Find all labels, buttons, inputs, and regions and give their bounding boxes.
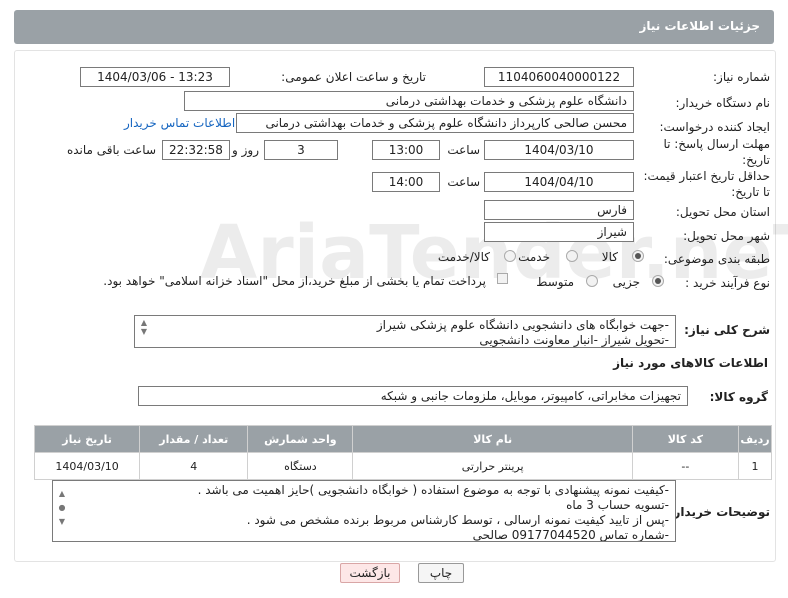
announce-label: تاریخ و ساعت اعلان عمومی: [281,70,426,84]
category-radio-goods-service[interactable] [504,250,516,262]
description-line-2: -تحویل شیراز -انبار معاونت دانشجویی [479,333,669,347]
description-line-1: -جهت خوابگاه های دانشجویی دانشگاه علوم پ… [376,318,669,332]
city-field: شیراز [484,222,634,242]
category-option-goods-service: کالا/خدمت [437,250,490,264]
cell-unit: دستگاه [247,452,354,480]
col-date: تاریخ نیاز [33,425,141,453]
col-qty: تعداد / مقدار [139,425,249,453]
buyer-notes-scrollbar[interactable]: ▲ ● ▼ [55,483,69,539]
reply-date-field: 1404/03/10 [484,140,634,160]
category-radio-service[interactable] [566,250,578,262]
cell-date: 1404/03/10 [33,452,141,480]
buyer-notes-line-2: -تسویه حساب 3 ماه [566,498,669,512]
cell-qty: 4 [139,452,249,480]
process-radio-medium[interactable] [586,275,598,287]
buyer-notes-textarea[interactable]: -کیفیت نمونه پیشنهادی با توجه به موضوع ا… [52,480,676,542]
back-button[interactable]: بازگشت [340,563,400,583]
buyer-notes-label: توضیحات خریدار: [668,505,770,519]
need-number-field: 1104060040000122 [484,67,634,87]
category-option-service: خدمت [518,250,550,264]
description-textarea[interactable]: -جهت خوابگاه های دانشجویی دانشگاه علوم پ… [134,315,676,348]
description-scrollbar[interactable]: ▲ ▼ [137,318,151,345]
reply-time-field: 13:00 [372,140,440,160]
goods-table-header: ردیف کد کالا نام کالا واحد شمارش تعداد /… [33,425,773,453]
cell-code: -- [631,452,739,480]
category-radio-goods[interactable] [632,250,644,262]
process-label: نوع فرآیند خرید : [685,276,770,290]
price-date-field: 1404/04/10 [484,172,634,192]
process-option-minor: جزیی [612,275,640,289]
days-label: روز و [232,143,259,157]
col-code: کد کالا [631,425,739,453]
payment-treasury-checkbox[interactable] [497,273,508,284]
buyer-notes-line-3: -پس از تایید کیفیت نمونه ارسالی ، توسط ک… [246,513,669,527]
process-option-medium: متوسط [536,275,574,289]
goods-section-title: اطلاعات کالاهای مورد نیاز [613,356,768,370]
cell-name: پرینتر حرارتی [352,452,633,480]
reply-deadline-label: مهلت ارسال پاسخ: تا تاریخ: [663,137,770,167]
payment-note: پرداخت تمام یا بخشی از مبلغ خرید،از محل … [103,274,486,288]
goods-group-field: تجهیزات مخابراتی، کامپیوتر، موبایل، ملزو… [138,386,688,406]
col-name: نام کالا [352,425,633,453]
price-time-label: ساعت [447,175,480,189]
requester-label: ایجاد کننده درخواست: [659,120,770,134]
category-label: طبقه بندی موضوعی: [663,252,770,266]
need-number-label: شماره نیاز: [713,70,770,84]
print-button[interactable]: چاپ [418,563,464,583]
city-label: شهر محل تحویل: [683,229,770,243]
table-row: 1 -- پرینتر حرارتی دستگاه 4 1404/03/10 [33,452,773,480]
requester-field: محسن صالحی کارپرداز دانشگاه علوم پزشکی و… [236,113,634,133]
col-row: ردیف [737,425,773,453]
buyer-notes-line-1: -کیفیت نمونه پیشنهادی با توجه به موضوع ا… [197,483,669,497]
goods-table: ردیف کد کالا نام کالا واحد شمارش تعداد /… [33,425,773,480]
page-header: جزئیات اطلاعات نیاز [14,10,774,44]
category-option-goods: کالا [601,250,618,264]
price-time-field: 14:00 [372,172,440,192]
process-radio-minor[interactable] [652,275,664,287]
days-field: 3 [264,140,338,160]
province-label: استان محل تحویل: [675,205,770,219]
reply-time-label: ساعت [447,143,480,157]
col-unit: واحد شمارش [247,425,354,453]
buyer-contact-link[interactable]: اطلاعات تماس خریدار [124,116,235,130]
remaining-time-field: 22:32:58 [162,140,230,160]
description-label: شرح کلی نیاز: [684,323,770,337]
buyer-notes-line-4: -شماره تماس 09177044520 صالحی [472,528,669,542]
buyer-org-label: نام دستگاه خریدار: [675,96,771,110]
buyer-org-field: دانشگاه علوم پزشکی و خدمات بهداشتی درمان… [184,91,634,111]
remaining-label: ساعت باقی مانده [66,143,156,157]
announce-field: 1404/03/06 - 13:23 [80,67,230,87]
page-title: جزئیات اطلاعات نیاز [639,19,760,33]
price-deadline-label: حداقل تاریخ اعتبار قیمت: تا تاریخ: [643,169,770,199]
cell-row: 1 [737,452,773,480]
province-field: فارس [484,200,634,220]
goods-group-label: گروه کالا: [709,390,768,404]
